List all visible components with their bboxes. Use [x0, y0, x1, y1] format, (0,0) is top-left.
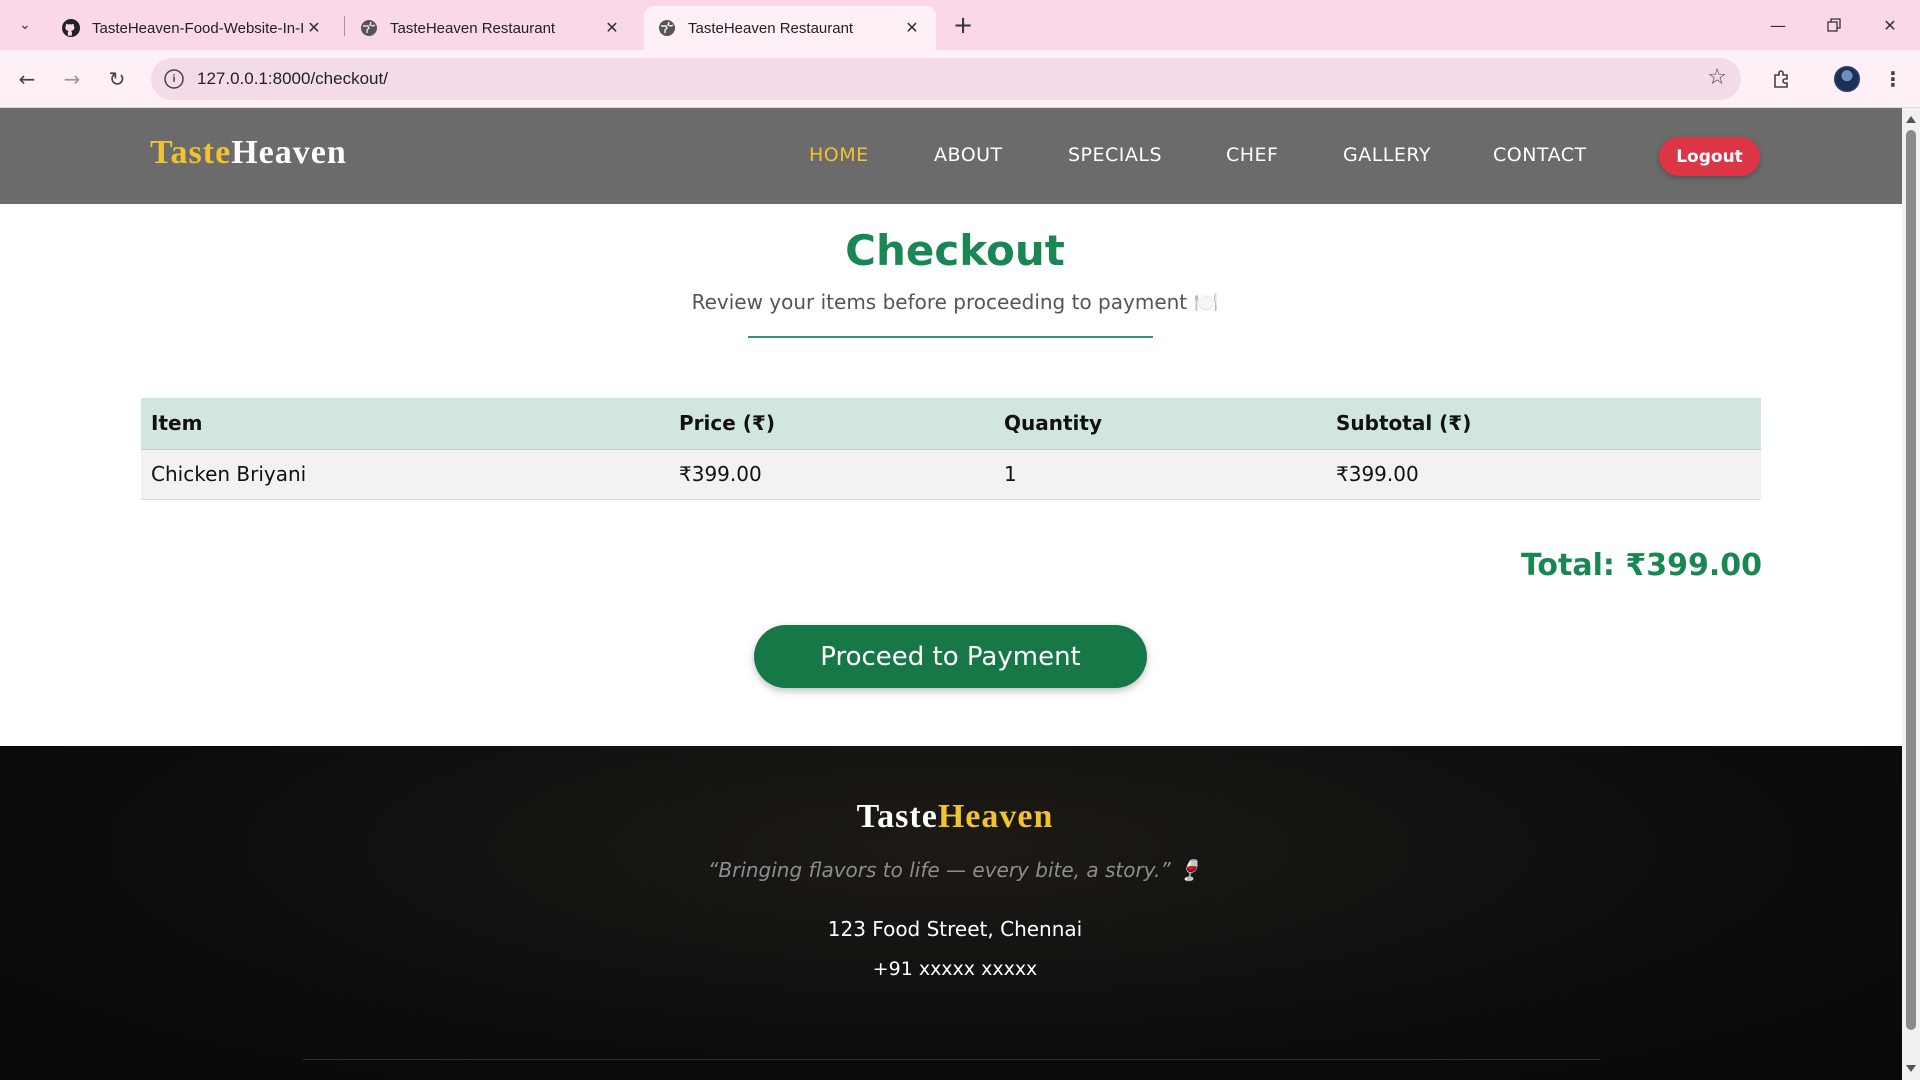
- footer-address: 123 Food Street, Chennai: [827, 917, 1083, 941]
- footer-logo-part-taste: Taste: [856, 798, 938, 835]
- site-footer: TasteHeaven “Bringing flavors to life — …: [0, 746, 1902, 1080]
- footer-logo-part-heaven: Heaven: [937, 798, 1054, 835]
- page-viewport: TasteHeaven HOME ABOUT SPECIALS CHEF GAL…: [0, 108, 1902, 1080]
- checkout-table: Item Price (₹) Quantity Subtotal (₹) Chi…: [141, 398, 1761, 500]
- avatar: [1834, 66, 1860, 92]
- cell-subtotal: ₹399.00: [1326, 449, 1761, 500]
- footer-divider: [303, 1059, 1600, 1060]
- scrollbar-thumb[interactable]: [1906, 130, 1916, 1030]
- reload-icon[interactable]: ↻: [100, 62, 134, 96]
- page-subtitle: Review your items before proceeding to p…: [691, 290, 1219, 314]
- browser-tab-github[interactable]: TasteHeaven-Food-Website-In-I ✕: [48, 6, 338, 50]
- column-header-price: Price (₹): [669, 398, 994, 450]
- nav-link-contact[interactable]: CONTACT: [1493, 144, 1587, 166]
- column-header-subtotal: Subtotal (₹): [1326, 398, 1761, 450]
- logo-part-taste: Taste: [150, 134, 232, 171]
- minimize-icon[interactable]: —: [1750, 0, 1806, 50]
- tab-search-chevron-icon[interactable]: ⌄: [12, 12, 38, 38]
- cell-quantity: 1: [994, 449, 1326, 500]
- restore-window-icon[interactable]: [1806, 0, 1862, 50]
- new-tab-plus-icon[interactable]: +: [950, 12, 976, 38]
- tab-separator: [344, 16, 345, 36]
- scroll-down-arrow-icon[interactable]: [1906, 1065, 1916, 1072]
- site-logo[interactable]: TasteHeaven: [150, 134, 347, 172]
- page-title: Checkout: [845, 226, 1065, 275]
- url-text[interactable]: 127.0.0.1:8000/checkout/: [197, 69, 388, 89]
- bookmark-star-icon[interactable]: ☆: [1707, 65, 1727, 90]
- page-scrollbar[interactable]: [1902, 108, 1920, 1080]
- browser-tab-restaurant[interactable]: TasteHeaven Restaurant ✕: [346, 6, 636, 50]
- browser-tab-restaurant-active[interactable]: TasteHeaven Restaurant ✕: [644, 6, 936, 50]
- close-icon[interactable]: ✕: [602, 18, 622, 38]
- title-divider: [748, 336, 1153, 338]
- back-arrow-icon[interactable]: ←: [10, 62, 44, 96]
- table-header-row: Item Price (₹) Quantity Subtotal (₹): [141, 398, 1761, 450]
- logout-button[interactable]: Logout: [1659, 137, 1760, 176]
- globe-icon: [360, 19, 378, 37]
- scroll-up-arrow-icon[interactable]: [1906, 116, 1916, 123]
- nav-link-gallery[interactable]: GALLERY: [1343, 144, 1431, 166]
- column-header-quantity: Quantity: [994, 398, 1326, 450]
- footer-logo: TasteHeaven: [0, 798, 1902, 836]
- tab-title: TasteHeaven Restaurant: [390, 19, 556, 37]
- logo-part-heaven: Heaven: [231, 134, 347, 171]
- column-header-item: Item: [141, 398, 669, 450]
- site-info-icon[interactable]: i: [164, 69, 184, 89]
- nav-link-chef[interactable]: CHEF: [1226, 144, 1279, 166]
- close-icon[interactable]: ✕: [902, 18, 922, 38]
- tab-title: TasteHeaven-Food-Website-In-I: [92, 19, 304, 37]
- proceed-to-payment-button[interactable]: Proceed to Payment: [754, 625, 1147, 688]
- nav-link-home[interactable]: HOME: [809, 144, 869, 166]
- nav-link-about[interactable]: ABOUT: [934, 144, 1003, 166]
- globe-icon: [658, 19, 676, 37]
- address-bar[interactable]: i 127.0.0.1:8000/checkout/ ☆: [151, 58, 1741, 100]
- tab-title: TasteHeaven Restaurant: [688, 19, 854, 37]
- site-header: TasteHeaven HOME ABOUT SPECIALS CHEF GAL…: [0, 108, 1902, 204]
- table-row: Chicken Briyani ₹399.00 1 ₹399.00: [141, 449, 1761, 500]
- forward-arrow-icon[interactable]: →: [55, 62, 89, 96]
- browser-toolbar: ← → ↻ i 127.0.0.1:8000/checkout/ ☆ ⋮: [0, 50, 1920, 108]
- close-icon[interactable]: ✕: [304, 18, 324, 38]
- browser-tabstrip: ⌄ TasteHeaven-Food-Website-In-I ✕ TasteH…: [0, 0, 1920, 50]
- menu-kebab-icon[interactable]: ⋮: [1876, 62, 1910, 96]
- extensions-puzzle-icon[interactable]: [1765, 62, 1799, 96]
- footer-phone: +91 xxxxx xxxxx: [872, 958, 1038, 980]
- cell-price: ₹399.00: [669, 449, 994, 500]
- nav-link-specials[interactable]: SPECIALS: [1068, 144, 1162, 166]
- github-icon: [62, 19, 80, 37]
- profile-avatar[interactable]: [1830, 62, 1864, 96]
- close-window-icon[interactable]: ✕: [1862, 0, 1918, 50]
- cell-item-name: Chicken Briyani: [141, 449, 669, 500]
- footer-tagline: “Bringing flavors to life — every bite, …: [708, 858, 1202, 882]
- order-total: Total: ₹399.00: [1520, 548, 1762, 583]
